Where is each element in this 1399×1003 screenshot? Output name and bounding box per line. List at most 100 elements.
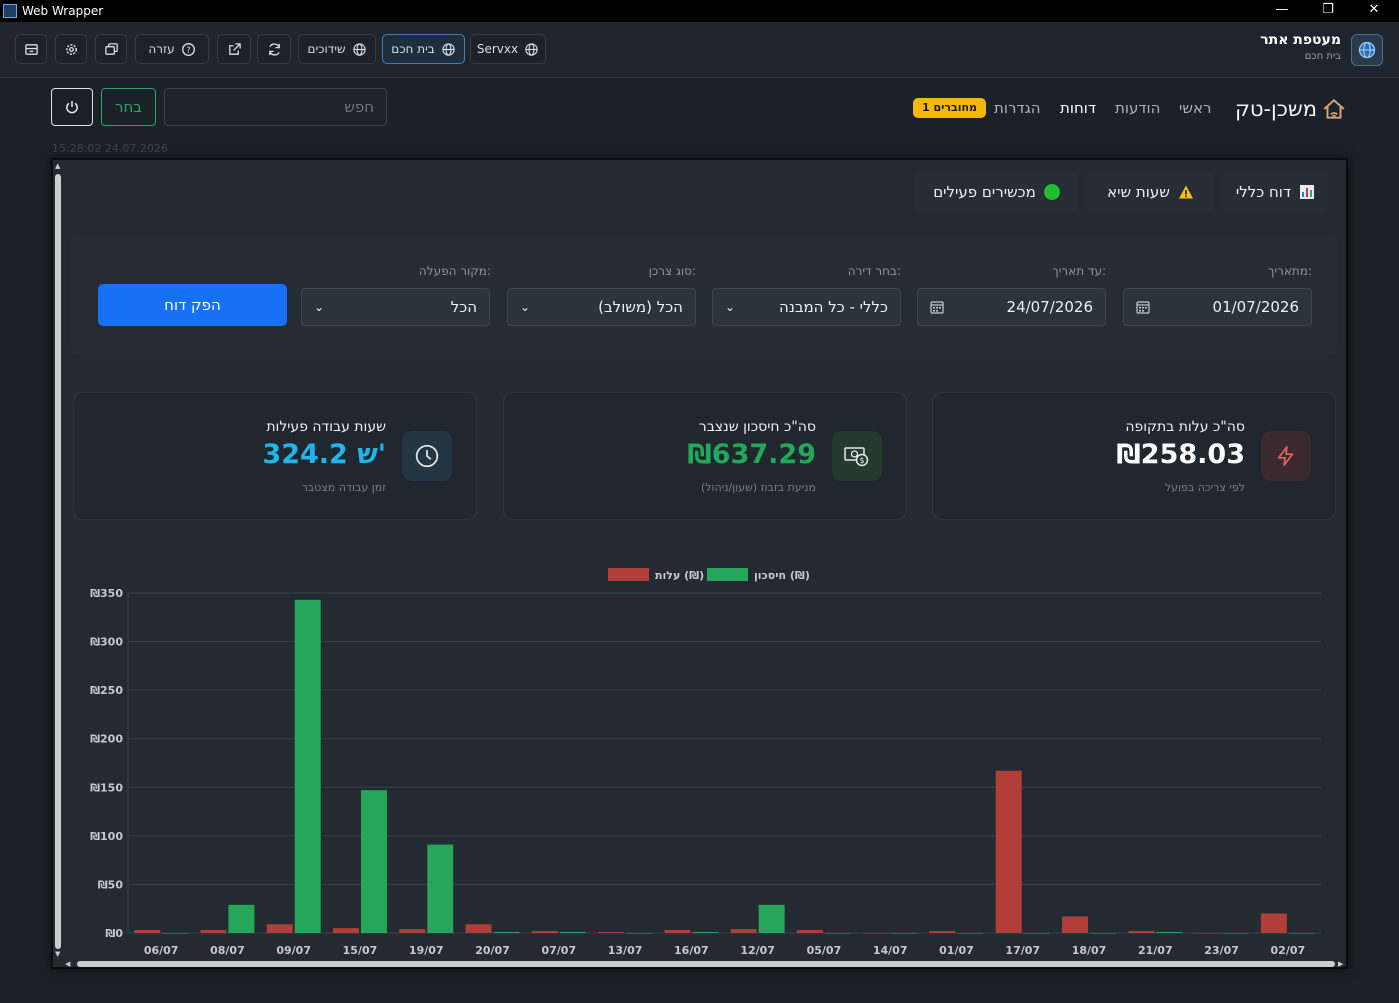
savings-bar <box>1156 932 1183 933</box>
lightning-icon <box>1261 431 1311 481</box>
cost-bar <box>664 930 691 933</box>
cost-bar <box>1062 916 1089 933</box>
card-title: סה"כ עלות בתקופה <box>1125 419 1245 435</box>
daily-chart: ₪0 ₪50 ₪100 ₪150 ₪200 ₪250 ₪300 ₪350 עלות (₪) חיס… <box>71 550 1337 961</box>
tab-smart-home[interactable]: בית חכם <box>382 34 465 64</box>
source-value: הכל <box>450 298 477 316</box>
savings-bar <box>360 790 387 933</box>
restore-icon[interactable]: ❐ <box>1305 0 1351 22</box>
archive-button[interactable] <box>15 34 47 64</box>
scroll-right-icon[interactable]: ▶ <box>1338 960 1343 968</box>
y-tick-label: ₪100 <box>90 830 123 843</box>
bar-chart-svg: ₪0 ₪50 ₪100 ₪150 ₪200 ₪250 ₪300 ₪350 עלות (₪) חיס… <box>90 568 1321 957</box>
cost-bar <box>995 770 1022 933</box>
y-tick-label: ₪0 <box>105 927 123 940</box>
source-select[interactable]: ⌄ הכל <box>301 288 490 326</box>
tab-active-devices[interactable]: מכשירים פעילים <box>915 172 1078 212</box>
warning-icon <box>1178 185 1193 199</box>
legend-swatch <box>707 568 748 581</box>
chevron-down-icon: ⌄ <box>725 300 736 314</box>
cost-bar <box>266 924 293 933</box>
svg-text:?: ? <box>186 44 190 54</box>
card-title: שעות עבודה פעילות <box>266 419 386 435</box>
window-title: Web Wrapper <box>22 4 104 18</box>
nav-settings[interactable]: הגדרות <box>994 99 1041 117</box>
savings-bar <box>692 932 719 933</box>
globe-icon <box>525 42 538 56</box>
tab-peak-hours[interactable]: שעות שיא <box>1087 172 1214 212</box>
refresh-icon <box>268 42 280 56</box>
tab-label: שידוכים <box>307 42 346 56</box>
brand-title: מעטפת אתר <box>1260 32 1341 48</box>
app-icon <box>3 4 17 18</box>
savings-bar <box>957 933 984 934</box>
refresh-button[interactable] <box>257 34 291 64</box>
card-active-hours: שעות עבודה פעילות 324.2 ש' זמן עבודה מצט… <box>73 392 477 520</box>
globe-icon <box>352 42 366 56</box>
from-date-label: מתאריך: <box>1267 264 1312 278</box>
logo-text: משכן-טק <box>1234 97 1317 121</box>
cost-bar <box>1128 931 1155 933</box>
question-icon: ? <box>181 42 195 56</box>
scroll-left-icon[interactable]: ◀ <box>65 960 70 968</box>
tab-servxx[interactable]: Servxx <box>470 34 546 64</box>
tab-label: Servxx <box>476 42 519 56</box>
search-input[interactable] <box>164 88 387 126</box>
chevron-down-icon: ⌄ <box>520 300 531 314</box>
cost-bar <box>863 933 890 934</box>
tab-label: שעות שיא <box>1107 183 1170 201</box>
card-value: ₪258.03 <box>1116 439 1245 470</box>
open-external-button[interactable] <box>217 34 251 64</box>
card-value: ₪637.29 <box>687 439 816 470</box>
green-dot-icon <box>1043 184 1060 200</box>
x-tick-label: 23/07 <box>1204 944 1239 957</box>
x-tick-label: 07/07 <box>541 944 576 957</box>
consumer-type-label: סוג צרכן: <box>648 264 696 278</box>
svg-text:$: $ <box>859 456 864 465</box>
copy-window-icon <box>104 42 118 55</box>
help-button[interactable]: עזרה ? <box>135 34 209 64</box>
consumer-type-select[interactable]: ⌄ הכל (משולב) <box>507 288 696 326</box>
cost-bar <box>598 932 625 933</box>
select-button[interactable]: בחר <box>101 88 156 126</box>
scroll-up-icon[interactable]: ▲ <box>55 162 60 170</box>
close-icon[interactable]: ✕ <box>1351 0 1397 22</box>
card-total-cost: סה"כ עלות בתקופה ₪258.03 לפי צריכה בפועל <box>932 392 1336 520</box>
calendar-icon <box>1136 301 1150 314</box>
tab-matchmaking[interactable]: שידוכים <box>298 34 376 64</box>
apartment-select[interactable]: ⌄ כללי - כל המבנה <box>712 288 901 326</box>
y-tick-label: ₪200 <box>90 733 123 746</box>
x-tick-label: 02/07 <box>1271 944 1306 957</box>
from-date-value: 01/07/2026 <box>1212 298 1299 316</box>
nav-messages[interactable]: הודעות <box>1115 99 1160 117</box>
to-date-field[interactable]: 24/07/2026 <box>917 288 1106 326</box>
windows-button[interactable] <box>95 34 127 64</box>
from-date-field[interactable]: 01/07/2026 <box>1123 288 1312 326</box>
cost-bar <box>399 929 426 933</box>
card-subtitle: זמן עבודה מצטבר <box>301 481 386 494</box>
y-tick-label: ₪350 <box>90 587 123 600</box>
apartment-label: בחר דירה: <box>847 264 901 278</box>
card-total-savings: סה"כ חיסכון שנצבר ₪637.29 מניעת בזבוז (ש… <box>503 392 907 520</box>
chart-icon <box>1300 185 1315 199</box>
nav-home[interactable]: ראשי <box>1179 99 1211 117</box>
vertical-scrollbar[interactable] <box>55 174 61 949</box>
scroll-down-icon[interactable]: ▼ <box>55 950 60 958</box>
wrapper-brand: מעטפת אתר בית חכם <box>1260 32 1341 62</box>
cost-bar <box>796 930 823 933</box>
nav-reports[interactable]: דוחות <box>1060 99 1096 117</box>
wrapper-toolbar: עזרה ? שידוכים בית חכם Servxx מעטפת אתר … <box>0 22 1399 78</box>
tab-label: דוח כללי <box>1235 183 1292 201</box>
savings-bar <box>493 932 520 933</box>
app-logo[interactable]: משכן-טק <box>1235 96 1347 122</box>
window-titlebar: Web Wrapper — ❐ ✕ <box>0 0 1399 22</box>
power-button[interactable] <box>51 88 93 126</box>
power-icon <box>66 101 78 114</box>
minimize-icon[interactable]: — <box>1259 0 1305 22</box>
generate-report-button[interactable]: הפק דוח <box>98 284 287 326</box>
settings-button[interactable] <box>55 34 87 64</box>
x-tick-label: 16/07 <box>674 944 709 957</box>
horizontal-scrollbar[interactable] <box>77 961 1335 967</box>
app-navbar: משכן-טק ראשי הודעות דוחות הגדרות 1 מחובר… <box>0 78 1399 140</box>
tab-general-report[interactable]: דוח כללי <box>1223 172 1328 212</box>
